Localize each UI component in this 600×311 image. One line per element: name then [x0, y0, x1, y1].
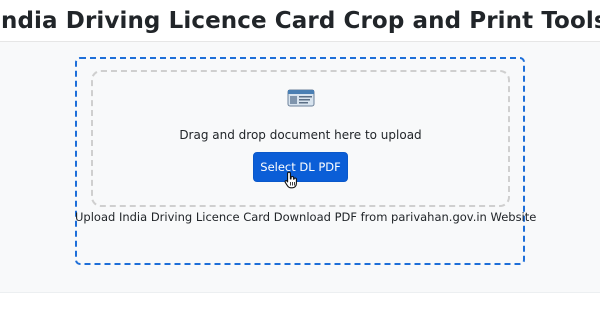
page: India Driving Licence Card Crop and Prin…: [0, 0, 600, 311]
hand-pointer-icon: [284, 171, 297, 189]
select-dl-pdf-button[interactable]: Select DL PDF: [253, 152, 348, 182]
upload-note: Upload India Driving Licence Card Downlo…: [75, 210, 537, 224]
footer-strip: [0, 292, 600, 311]
page-title: India Driving Licence Card Crop and Prin…: [0, 7, 600, 34]
header: India Driving Licence Card Crop and Prin…: [0, 0, 600, 42]
drop-instruction: Drag and drop document here to upload: [179, 128, 422, 142]
id-card-icon: [287, 89, 315, 107]
